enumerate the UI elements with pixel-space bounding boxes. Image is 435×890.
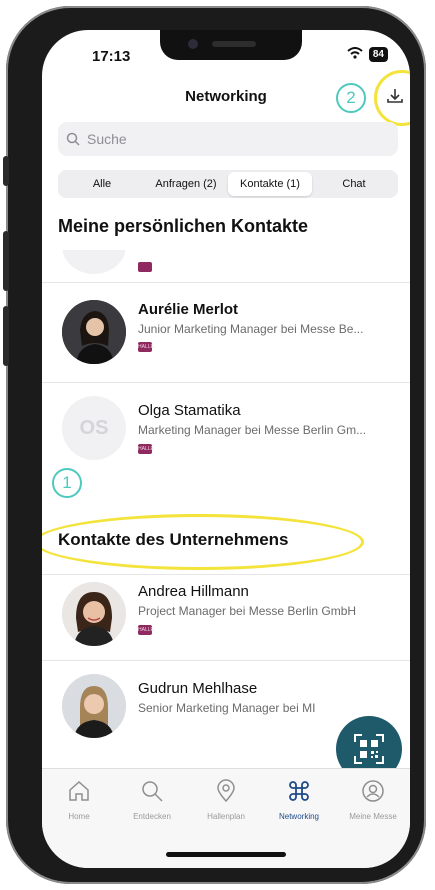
avatar xyxy=(62,300,126,364)
contact-row-aurelie-merlot[interactable]: Aurélie Merlot Junior Marketing Manager … xyxy=(42,282,410,382)
hall-tag: HALLE xyxy=(138,444,154,454)
contact-name: Gudrun Mehlhase xyxy=(138,680,258,697)
qr-code-icon xyxy=(354,734,384,764)
house-icon xyxy=(69,780,89,801)
annotation-badge-2: 2 xyxy=(336,83,366,113)
section-title-company: Kontakte des Unternehmens xyxy=(58,530,289,549)
download-highlight xyxy=(374,70,410,126)
contact-role: Junior Marketing Manager bei Messe Be... xyxy=(138,322,364,336)
notch xyxy=(160,30,302,60)
tab-alle[interactable]: Alle xyxy=(60,172,144,196)
annotation-badge-1: 1 xyxy=(52,468,82,498)
map-pin-icon xyxy=(217,779,235,803)
command-icon xyxy=(289,781,309,801)
mute-switch xyxy=(3,156,9,186)
contact-role: Senior Marketing Manager bei MI xyxy=(138,701,316,715)
avatar xyxy=(62,582,126,646)
avatar xyxy=(62,674,126,738)
tab-networking[interactable]: Networking xyxy=(262,779,336,821)
contact-name: Aurélie Merlot xyxy=(138,301,239,318)
download-icon xyxy=(387,88,403,103)
volume-down-button xyxy=(3,306,9,366)
section-title-personal: Meine persönlichen Kontakte xyxy=(58,216,309,236)
battery-indicator: 84 xyxy=(368,46,388,62)
segmented-control: Alle Anfragen (2) Kontakte (1) Chat xyxy=(58,170,398,198)
contact-role: Project Manager bei Messe Berlin GmbH xyxy=(138,604,357,618)
tab-home[interactable]: Home xyxy=(42,779,116,821)
download-button[interactable] xyxy=(386,87,404,110)
tab-chat[interactable]: Chat xyxy=(312,172,396,196)
search-input[interactable] xyxy=(85,130,369,148)
avatar-initials: OS xyxy=(62,396,126,460)
volume-up-button xyxy=(3,231,9,291)
contact-row-andrea-hillmann[interactable]: Andrea Hillmann Project Manager bei Mess… xyxy=(42,574,410,674)
contact-name: Andrea Hillmann xyxy=(138,583,249,600)
magnifier-icon xyxy=(142,781,163,802)
tab-label: Entdecken xyxy=(133,812,171,821)
status-icons: 84 xyxy=(347,46,388,62)
tab-label: Networking xyxy=(278,812,319,821)
tab-anfragen[interactable]: Anfragen (2) xyxy=(144,172,228,196)
tab-entdecken[interactable]: Entdecken xyxy=(115,779,189,821)
hall-tag: HALLE xyxy=(138,342,154,352)
tab-meine-messe[interactable]: Meine Messe xyxy=(336,779,410,821)
tab-label: Meine Messe xyxy=(349,812,397,821)
contact-row-olga-stamatika[interactable]: OS Olga Stamatika Marketing Manager bei … xyxy=(42,382,410,482)
camera xyxy=(188,39,198,49)
phone-frame: 17:13 84 Networking 2 Alle Anfragen (2) … xyxy=(3,6,426,884)
tab-label: Hallenplan xyxy=(207,812,245,821)
contact-role: Marketing Manager bei Messe Berlin Gm... xyxy=(138,423,367,437)
tab-label: Home xyxy=(68,812,90,821)
search-icon xyxy=(66,132,80,146)
speaker xyxy=(212,41,256,47)
hall-tag: HALLE xyxy=(138,625,154,635)
screen: 17:13 84 Networking 2 Alle Anfragen (2) … xyxy=(42,30,410,868)
search-bar[interactable] xyxy=(58,122,398,156)
tab-kontakte[interactable]: Kontakte (1) xyxy=(228,172,312,196)
hall-tag xyxy=(138,262,152,272)
person-circle-icon xyxy=(362,780,384,802)
tab-hallenplan[interactable]: Hallenplan xyxy=(189,779,263,821)
status-time: 17:13 xyxy=(92,48,131,65)
home-indicator xyxy=(166,852,286,857)
contact-name: Olga Stamatika xyxy=(138,402,241,419)
wifi-icon xyxy=(347,46,363,62)
